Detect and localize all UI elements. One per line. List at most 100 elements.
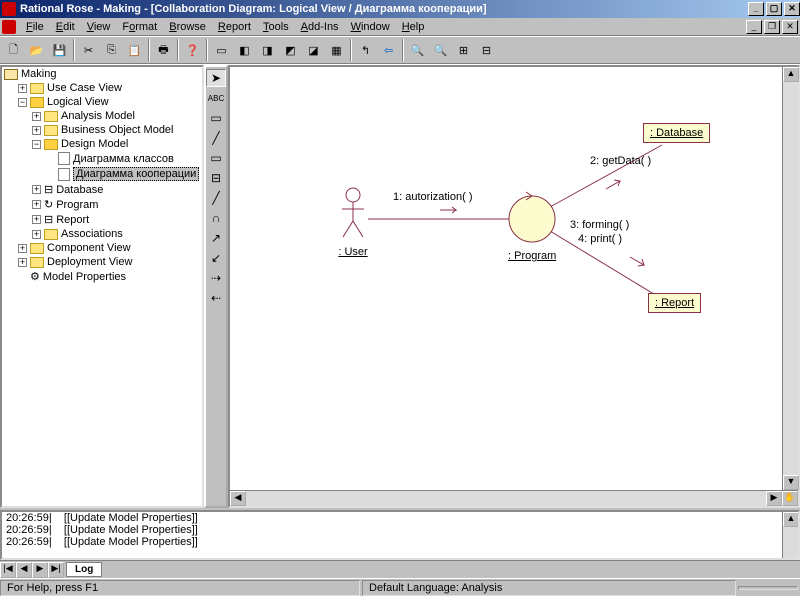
log-pane[interactable]: 20:26:59| [[Update Model Properties]] 20… bbox=[0, 510, 800, 560]
menu-report[interactable]: Report bbox=[212, 20, 257, 34]
new-button[interactable]: 🗋 bbox=[2, 39, 25, 61]
anchor-tool[interactable]: ╱ bbox=[206, 129, 226, 147]
menu-edit[interactable]: Edit bbox=[50, 20, 81, 34]
log-prev-button[interactable]: ◀ bbox=[16, 562, 32, 578]
object-program-label: : Program bbox=[508, 250, 556, 262]
status-empty bbox=[738, 586, 798, 590]
menu-tools[interactable]: Tools bbox=[257, 20, 295, 34]
pan-button[interactable]: ✋ bbox=[782, 491, 798, 506]
object-report[interactable]: : Report bbox=[648, 293, 701, 313]
print-button[interactable]: 🖶 bbox=[152, 39, 175, 61]
tree-design[interactable]: −Design Model bbox=[32, 137, 202, 151]
save-button[interactable]: 💾 bbox=[48, 39, 71, 61]
menu-addins[interactable]: Add-Ins bbox=[295, 20, 345, 34]
reverse-dataflow-tool[interactable]: ⇠ bbox=[206, 289, 226, 307]
paste-button[interactable]: 📋 bbox=[123, 39, 146, 61]
status-help: For Help, press F1 bbox=[0, 580, 360, 596]
menu-help[interactable]: Help bbox=[396, 20, 431, 34]
scroll-up-button[interactable]: ▲ bbox=[783, 67, 799, 82]
log-last-button[interactable]: ▶| bbox=[48, 562, 64, 578]
mdi-close-button[interactable]: ✕ bbox=[782, 20, 798, 34]
tree-root[interactable]: Making bbox=[4, 67, 202, 81]
tree-modelprops[interactable]: ⚙Model Properties bbox=[18, 269, 202, 284]
class-instance-tool[interactable]: ⊟ bbox=[206, 169, 226, 187]
context-help-button[interactable]: ❓ bbox=[181, 39, 204, 61]
object-program[interactable]: : Program bbox=[508, 195, 556, 262]
horizontal-scrollbar[interactable]: ◀ ▶ ✋ bbox=[230, 490, 798, 506]
vertical-scrollbar[interactable]: ▲ ▼ bbox=[782, 67, 798, 490]
log-line: 20:26:59| [[Update Model Properties]] bbox=[2, 536, 798, 548]
message-1[interactable]: 1: autorization( ) bbox=[393, 191, 472, 203]
tree-report[interactable]: +⊟Report bbox=[32, 212, 202, 227]
mdi-restore-button[interactable]: ❐ bbox=[764, 20, 780, 34]
mdi-minimize-button[interactable]: _ bbox=[746, 20, 762, 34]
reverse-message-tool[interactable]: ↙ bbox=[206, 249, 226, 267]
browse-prev-button[interactable]: ⇦ bbox=[377, 39, 400, 61]
open-button[interactable]: 📂 bbox=[25, 39, 48, 61]
fit-window-button[interactable]: ⊞ bbox=[452, 39, 475, 61]
tree-assoc[interactable]: +Associations bbox=[32, 227, 202, 241]
view-doc-button[interactable]: ▭ bbox=[210, 39, 233, 61]
tree-usecase[interactable]: +Use Case View bbox=[18, 81, 202, 95]
copy-button[interactable]: ⎘ bbox=[100, 39, 123, 61]
log-next-button[interactable]: ▶ bbox=[32, 562, 48, 578]
scroll-down-button[interactable]: ▼ bbox=[783, 475, 799, 490]
menu-format[interactable]: Format bbox=[116, 20, 163, 34]
doc-icon bbox=[2, 20, 16, 34]
zoom-out-button[interactable]: 🔍 bbox=[429, 39, 452, 61]
browse-state-button[interactable]: ◪ bbox=[302, 39, 325, 61]
dataflow-tool[interactable]: ⇢ bbox=[206, 269, 226, 287]
tree-database[interactable]: +⊟Database bbox=[32, 182, 202, 197]
menu-file[interactable]: File bbox=[20, 20, 50, 34]
note-tool[interactable]: ▭ bbox=[206, 109, 226, 127]
tree-diag-classes[interactable]: Диаграмма классов bbox=[46, 151, 202, 166]
log-line: 20:26:59| [[Update Model Properties]] bbox=[2, 524, 798, 536]
pointer-tool[interactable]: ➤ bbox=[206, 69, 226, 87]
tree-analysis[interactable]: +Analysis Model bbox=[32, 109, 202, 123]
undo-fit-button[interactable]: ⊟ bbox=[475, 39, 498, 61]
cut-button[interactable]: ✂ bbox=[77, 39, 100, 61]
link-self-tool[interactable]: ∩ bbox=[206, 209, 226, 227]
browse-component-button[interactable]: ◩ bbox=[279, 39, 302, 61]
scroll-left-button[interactable]: ◀ bbox=[230, 491, 246, 506]
diagram-canvas[interactable]: : User : Program : Database : Report 1: … bbox=[230, 67, 782, 490]
close-button[interactable]: ✕ bbox=[784, 2, 800, 16]
browse-interaction-button[interactable]: ◨ bbox=[256, 39, 279, 61]
zoom-in-button[interactable]: 🔍 bbox=[406, 39, 429, 61]
message-3[interactable]: 3: forming( ) bbox=[570, 219, 629, 231]
log-tab[interactable]: Log bbox=[66, 562, 102, 577]
menu-browse[interactable]: Browse bbox=[163, 20, 212, 34]
tree-program[interactable]: +↻Program bbox=[32, 197, 202, 212]
link-tool[interactable]: ╱ bbox=[206, 189, 226, 207]
actor-user-label: : User bbox=[338, 246, 368, 258]
tree-logical[interactable]: −Logical View bbox=[18, 95, 202, 109]
message-tool[interactable]: ↗ bbox=[206, 229, 226, 247]
text-tool[interactable]: ABC bbox=[206, 89, 226, 107]
minimize-button[interactable]: _ bbox=[748, 2, 764, 16]
object-tool[interactable]: ▭ bbox=[206, 149, 226, 167]
browse-deploy-button[interactable]: ▦ bbox=[325, 39, 348, 61]
object-database[interactable]: : Database bbox=[643, 123, 710, 143]
browser-tree[interactable]: Making +Use Case View −Logical View +Ana… bbox=[0, 65, 204, 508]
title-bar: Rational Rose - Making - [Collaboration … bbox=[0, 0, 800, 18]
work-area: Making +Use Case View −Logical View +Ana… bbox=[0, 64, 800, 508]
menu-window[interactable]: Window bbox=[345, 20, 396, 34]
tree-deployment[interactable]: +Deployment View bbox=[18, 255, 202, 269]
tree-component[interactable]: +Component View bbox=[18, 241, 202, 255]
message-2[interactable]: 2: getData( ) bbox=[590, 155, 651, 167]
maximize-button[interactable]: ▢ bbox=[766, 2, 782, 16]
tree-bom[interactable]: +Business Object Model bbox=[32, 123, 202, 137]
browse-class-button[interactable]: ◧ bbox=[233, 39, 256, 61]
message-4[interactable]: 4: print( ) bbox=[578, 233, 622, 245]
log-tab-bar: |◀ ◀ ▶ ▶| Log bbox=[0, 560, 800, 578]
actor-user[interactable]: : User bbox=[338, 187, 368, 258]
log-scrollbar[interactable]: ▲ bbox=[782, 512, 798, 558]
log-line: 20:26:59| [[Update Model Properties]] bbox=[2, 512, 798, 524]
browse-parent-button[interactable]: ↰ bbox=[354, 39, 377, 61]
menu-bar: File Edit View Format Browse Report Tool… bbox=[0, 18, 800, 36]
menu-view[interactable]: View bbox=[81, 20, 117, 34]
log-first-button[interactable]: |◀ bbox=[0, 562, 16, 578]
tree-diag-collab[interactable]: Диаграмма кооперации bbox=[46, 166, 202, 182]
scroll-right-button[interactable]: ▶ bbox=[766, 491, 782, 506]
log-scroll-up[interactable]: ▲ bbox=[783, 512, 799, 527]
